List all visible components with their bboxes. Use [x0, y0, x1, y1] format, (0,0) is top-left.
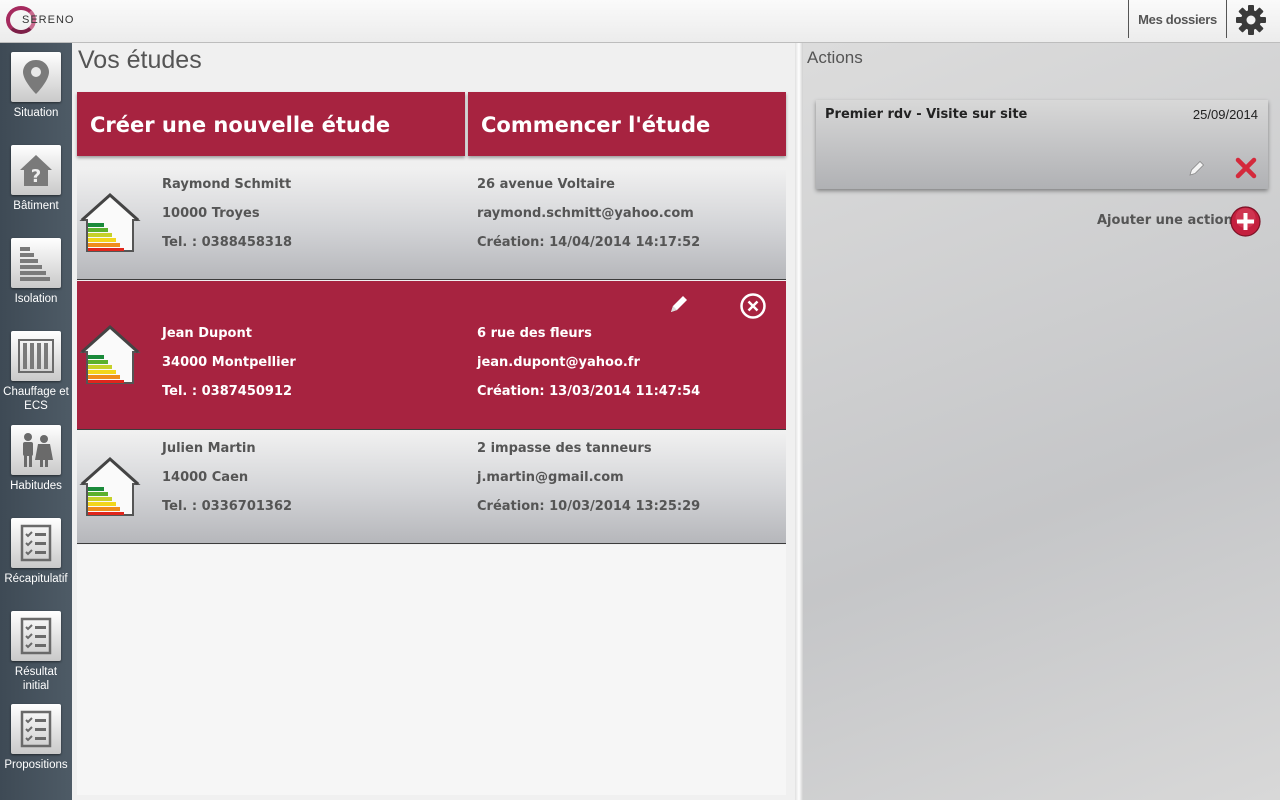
sidebar-item-label: Propositions	[4, 759, 68, 771]
checklist-icon	[20, 524, 52, 562]
create-study-button[interactable]: Créer une nouvelle étude	[77, 92, 465, 156]
study-created: Création: 14/04/2014 14:17:52	[477, 235, 701, 250]
study-phone: Tel. : 0388458318	[162, 235, 293, 250]
sidebar: Situation ? Bâtiment Isolation Chauffage…	[0, 43, 72, 800]
nav-tile	[11, 611, 61, 661]
energy-house-icon	[79, 192, 141, 252]
study-name: Raymond Schmitt	[162, 177, 292, 192]
add-action-plus-icon[interactable]	[1230, 206, 1261, 237]
study-email: jean.dupont@yahoo.fr	[477, 355, 640, 370]
nav-tile	[11, 425, 61, 475]
study-row[interactable]: Julien Martin 14000 Caen Tel. : 03367013…	[77, 431, 786, 544]
checklist-icon	[20, 617, 52, 655]
study-created: Création: 10/03/2014 13:25:29	[477, 499, 701, 514]
study-city: 14000 Caen	[162, 470, 249, 485]
action-date: 25/09/2014	[1192, 107, 1258, 122]
radiator-icon	[18, 339, 54, 373]
panel-divider	[795, 43, 803, 800]
energy-bars-icon	[20, 247, 50, 281]
sidebar-item-label: Chauffage et ECS	[3, 386, 69, 412]
study-created: Création: 13/03/2014 11:47:54	[477, 384, 701, 399]
nav-tile	[11, 331, 61, 381]
study-name: Jean Dupont	[162, 326, 252, 341]
top-bar: SERENO Mes dossiers	[0, 0, 1280, 43]
list-empty-area	[77, 545, 786, 795]
study-name: Julien Martin	[162, 441, 256, 456]
topbar-separator	[1226, 0, 1227, 38]
sidebar-item-label: Habitudes	[10, 480, 62, 492]
logo-text: SERENO	[22, 14, 75, 26]
sidebar-item-label: Isolation	[14, 293, 58, 305]
start-study-button[interactable]: Commencer l'étude	[468, 92, 786, 156]
delete-circle-icon[interactable]	[739, 292, 767, 320]
people-icon	[23, 433, 53, 467]
study-address: 2 impasse des tanneurs	[477, 441, 652, 456]
house-question-icon: ?	[20, 155, 52, 187]
checklist-icon	[20, 710, 52, 748]
study-phone: Tel. : 0336701362	[162, 499, 293, 514]
actions-title: Actions	[807, 48, 863, 67]
study-address: 26 avenue Voltaire	[477, 177, 615, 192]
study-row-selected[interactable]: Jean Dupont 34000 Montpellier Tel. : 038…	[77, 281, 786, 430]
map-pin-icon	[23, 60, 49, 94]
sidebar-item-label: Résultat initial	[14, 666, 58, 692]
close-icon[interactable]	[1234, 156, 1258, 180]
edit-pencil-icon[interactable]	[667, 292, 691, 316]
gear-icon[interactable]	[1234, 3, 1268, 37]
study-address: 6 rue des fleurs	[477, 326, 592, 341]
energy-house-icon	[79, 324, 141, 384]
nav-tile	[11, 518, 61, 568]
nav-tile	[11, 238, 61, 288]
sidebar-item-label: Situation	[13, 107, 59, 119]
study-email: raymond.schmitt@yahoo.com	[477, 206, 694, 221]
study-phone: Tel. : 0387450912	[162, 384, 293, 399]
study-row[interactable]: Raymond Schmitt 10000 Troyes Tel. : 0388…	[77, 167, 786, 280]
sidebar-item-label: Bâtiment	[13, 200, 59, 212]
actions-panel: Actions Premier rdv - Visite sur site 25…	[803, 43, 1280, 800]
sidebar-item-label: Récapitulatif	[4, 573, 68, 585]
study-email: j.martin@gmail.com	[477, 470, 624, 485]
study-city: 34000 Montpellier	[162, 355, 296, 370]
nav-tile: ?	[11, 145, 61, 195]
nav-tile	[11, 52, 61, 102]
energy-house-icon	[79, 456, 141, 516]
sereno-logo[interactable]: SERENO	[6, 5, 86, 37]
action-card[interactable]: Premier rdv - Visite sur site 25/09/2014	[816, 100, 1268, 189]
page-title: Vos études	[78, 46, 202, 74]
study-city: 10000 Troyes	[162, 206, 260, 221]
action-title: Premier rdv - Visite sur site	[825, 107, 1028, 122]
mes-dossiers-button[interactable]: Mes dossiers	[1129, 0, 1226, 42]
svg-text:?: ?	[31, 166, 41, 187]
edit-pencil-icon[interactable]	[1187, 158, 1207, 178]
add-action-label[interactable]: Ajouter une action	[1097, 213, 1233, 228]
nav-tile	[11, 704, 61, 754]
